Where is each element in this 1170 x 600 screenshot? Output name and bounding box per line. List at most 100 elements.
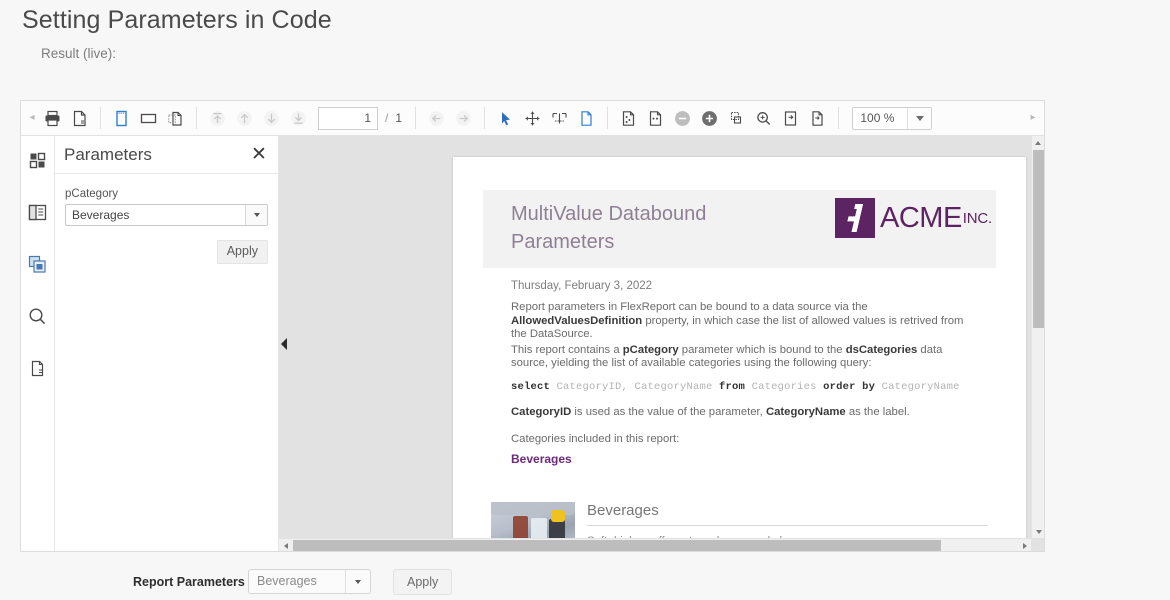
- close-icon[interactable]: ✕: [248, 144, 270, 166]
- horizontal-scroll-thumb[interactable]: [293, 540, 941, 551]
- toolbar-scroll-left-arrow[interactable]: ◂: [25, 113, 39, 123]
- sql-order-column: CategoryName: [875, 380, 960, 393]
- dscategories-term: dsCategories: [845, 343, 918, 356]
- fit-page-icon[interactable]: [723, 105, 750, 132]
- page-number-input[interactable]: 1: [318, 106, 378, 130]
- scroll-down-icon[interactable]: [1032, 525, 1044, 538]
- zoom-level-select[interactable]: 100 %: [852, 106, 933, 130]
- landscape-icon[interactable]: [135, 105, 162, 132]
- report-parameters-apply-button[interactable]: Apply: [393, 568, 453, 595]
- acme-wordmark: ACME: [880, 201, 962, 234]
- sql-keyword-select: select: [511, 380, 551, 393]
- toolbar-divider-1: [100, 107, 101, 129]
- viewer-toolbar: ◂ 1 / 1 100 % ▸: [21, 101, 1044, 136]
- sql-columns: CategoryID, CategoryName: [550, 380, 720, 393]
- panel-collapse-handle[interactable]: [279, 337, 289, 351]
- actual-size-icon[interactable]: [804, 105, 831, 132]
- export-icon[interactable]: [23, 353, 53, 383]
- chevron-down-icon[interactable]: [907, 107, 932, 129]
- category-divider: [587, 525, 988, 526]
- page-separator: /: [385, 111, 389, 125]
- report-paragraph-2: This report contains a pCategory paramet…: [511, 344, 968, 371]
- pcategory-label: pCategory: [65, 188, 119, 200]
- fit-width-icon[interactable]: [777, 105, 804, 132]
- first-page-icon[interactable]: [204, 105, 231, 132]
- acme-mark-icon: [835, 198, 875, 238]
- last-page-icon[interactable]: [285, 105, 312, 132]
- category-details: Beverages Soft drinks, coffees, teas, be…: [587, 502, 988, 538]
- viewer-body: Parameters ✕ pCategory Beverages Apply M…: [21, 136, 1044, 551]
- print-layout-icon[interactable]: [66, 105, 93, 132]
- toolbar-scroll-right-arrow[interactable]: ▸: [1026, 113, 1040, 123]
- categoryid-term: CategoryID: [511, 405, 572, 418]
- scroll-right-icon[interactable]: [1018, 539, 1031, 551]
- report-viewer: ◂ 1 / 1 100 % ▸ Parameters ✕ pCategory B…: [20, 100, 1045, 552]
- report-title: MultiValue Databound Parameters: [511, 203, 707, 253]
- report-parameters-bar: Report Parameters Beverages Apply: [0, 563, 1170, 600]
- print-icon[interactable]: [39, 105, 66, 132]
- toolbar-divider-3: [415, 107, 417, 129]
- acme-inc-suffix: INC.: [962, 209, 992, 227]
- sql-table: Categories: [745, 380, 824, 393]
- report-parameters-value: Beverages: [257, 574, 317, 588]
- panel-apply-button[interactable]: Apply: [216, 240, 268, 264]
- category-link-beverages[interactable]: Beverages: [511, 452, 968, 466]
- report-parameters-select[interactable]: Beverages: [248, 569, 371, 594]
- forward-icon[interactable]: [450, 105, 477, 132]
- page-setup-icon[interactable]: [162, 105, 189, 132]
- sql-keyword-orderby: order by: [823, 380, 876, 393]
- report-date: Thursday, February 3, 2022: [511, 280, 653, 292]
- pcategory-value: Beverages: [72, 208, 130, 222]
- zoom-level-value: 100 %: [860, 110, 895, 125]
- page-title: Setting Parameters in Code: [22, 6, 332, 34]
- document-horizontal-scrollbar[interactable]: [279, 538, 1031, 551]
- viewer-sidebar-rail: [21, 136, 55, 551]
- document-area: MultiValue Databound Parameters ACME INC…: [279, 136, 1044, 551]
- toolbar-divider-6: [838, 107, 840, 129]
- para1-text-a: Report parameters in FlexReport can be b…: [511, 301, 868, 313]
- portrait-icon[interactable]: [108, 105, 135, 132]
- beverages-photo: [491, 502, 575, 538]
- scroll-left-icon[interactable]: [279, 539, 292, 551]
- magnifier-icon[interactable]: [750, 105, 777, 132]
- para2-text-c: parameter which is bound to the: [678, 343, 846, 356]
- continuous-view-icon[interactable]: [615, 105, 642, 132]
- category-name: Beverages: [587, 502, 659, 519]
- thumbnails-icon[interactable]: [23, 145, 53, 175]
- vertical-scroll-thumb[interactable]: [1033, 150, 1044, 328]
- report-paragraph-1: Report parameters in FlexReport can be b…: [511, 301, 968, 342]
- category-block: Beverages Soft drinks, coffees, teas, be…: [491, 502, 988, 538]
- toolbar-divider-2: [196, 107, 197, 129]
- document-vertical-scrollbar[interactable]: [1031, 136, 1044, 538]
- chevron-down-icon[interactable]: [245, 205, 267, 225]
- previous-page-icon[interactable]: [231, 105, 258, 132]
- parameters-panel-title: Parameters: [64, 144, 152, 164]
- pointer-icon[interactable]: [492, 105, 519, 132]
- categories-included-label: Categories included in this report:: [511, 433, 680, 445]
- parameters-panel-header: Parameters ✕: [55, 136, 278, 174]
- parameters-icon[interactable]: [23, 249, 53, 279]
- back-icon[interactable]: [423, 105, 450, 132]
- facing-pages-icon[interactable]: [642, 105, 669, 132]
- zoom-out-icon[interactable]: [669, 105, 696, 132]
- report-paragraph-3: CategoryID is used as the value of the p…: [511, 406, 968, 420]
- outline-icon[interactable]: [23, 197, 53, 227]
- toolbar-divider-4: [484, 107, 486, 129]
- para3-text-b: is used as the value of the parameter,: [571, 405, 766, 418]
- report-page: MultiValue Databound Parameters ACME INC…: [453, 157, 1026, 538]
- parameters-panel-body: pCategory Beverages Apply: [55, 174, 278, 264]
- pcategory-select[interactable]: Beverages: [65, 204, 268, 226]
- pcategory-term: pCategory: [622, 343, 679, 356]
- sql-keyword-from: from: [719, 380, 746, 393]
- scroll-up-icon[interactable]: [1032, 136, 1044, 149]
- allowed-values-definition-term: AllowedValuesDefinition: [511, 314, 643, 327]
- chevron-down-icon[interactable]: [345, 570, 370, 593]
- single-page-icon[interactable]: [573, 105, 600, 132]
- next-page-icon[interactable]: [258, 105, 285, 132]
- pan-icon[interactable]: [519, 105, 546, 132]
- zoom-in-icon[interactable]: [696, 105, 723, 132]
- search-icon[interactable]: [23, 301, 53, 331]
- page-total-count: 1: [395, 111, 403, 125]
- document-scroll-viewport: MultiValue Databound Parameters ACME INC…: [279, 136, 1031, 538]
- snap-icon[interactable]: [546, 105, 573, 132]
